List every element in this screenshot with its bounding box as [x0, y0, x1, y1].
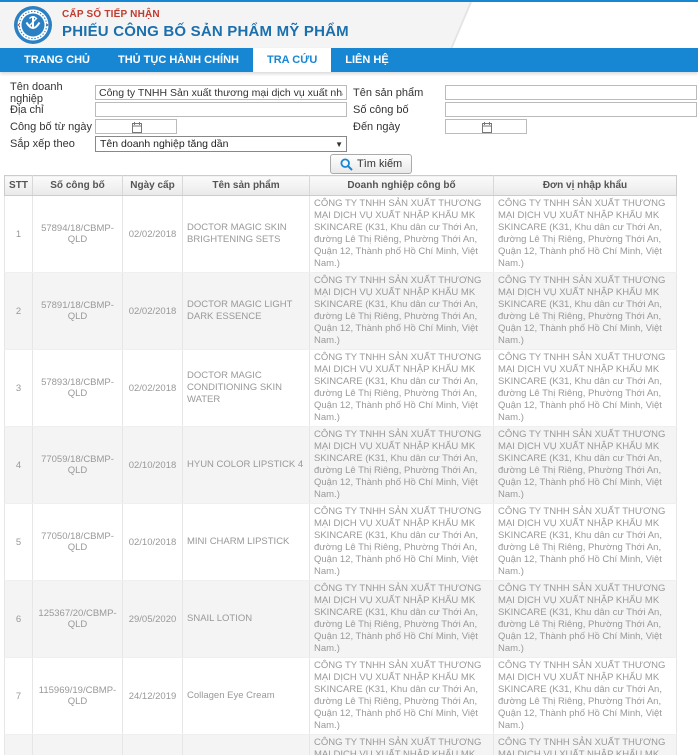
- cell-doanh-nghiep-cong-bo: CÔNG TY TNHH SẢN XUẤT THƯƠNG MẠI DỊCH VỤ…: [310, 735, 494, 755]
- cell-stt: 5: [5, 504, 33, 581]
- cell-stt: 2: [5, 273, 33, 350]
- main-nav: TRANG CHỦ THỦ TỤC HÀNH CHÍNH TRA CỨU LIÊ…: [0, 48, 698, 72]
- cell-stt: 4: [5, 427, 33, 504]
- product-name-label: Tên sản phẩm: [347, 87, 445, 99]
- table-header-row: STT Số công bố Ngày cấp Tên sản phẩm Doa…: [5, 176, 677, 196]
- cell-ten-san-pham: DOCTOR MAGIC CONDITIONING SKIN WATER: [183, 350, 310, 427]
- cell-don-vi-nhap-khau: CÔNG TY TNHH SẢN XUẤT THƯƠNG MẠI DỊCH VỤ…: [494, 658, 677, 735]
- table-row[interactable]: 6 125367/20/CBMP-QLD 29/05/2020 SNAIL LO…: [5, 581, 677, 658]
- cell-so-cong-bo: 125367/20/CBMP-QLD: [33, 581, 123, 658]
- cell-ngay-cap: 24/12/2019: [123, 735, 183, 755]
- cell-ten-san-pham: Collagen Eye Cream: [183, 658, 310, 735]
- page: CẤP SỐ TIẾP NHẬN PHIẾU CÔNG BỐ SẢN PHẨM …: [0, 0, 698, 755]
- cell-don-vi-nhap-khau: CÔNG TY TNHH SẢN XUẤT THƯƠNG MẠI DỊCH VỤ…: [494, 350, 677, 427]
- page-title: PHIẾU CÔNG BỐ SẢN PHẨM MỸ PHẨM: [62, 23, 349, 40]
- sort-by-label: Sắp xếp theo: [10, 138, 95, 150]
- header-diagonal-divider: [450, 2, 472, 48]
- table-row[interactable]: 2 57891/18/CBMP-QLD 02/02/2018 DOCTOR MA…: [5, 273, 677, 350]
- header-titles: CẤP SỐ TIẾP NHẬN PHIẾU CÔNG BỐ SẢN PHẨM …: [62, 9, 349, 40]
- cell-ten-san-pham: DOCTOR MAGIC LIGHT DARK ESSENCE: [183, 273, 310, 350]
- cell-ngay-cap: 02/02/2018: [123, 273, 183, 350]
- ministry-of-health-logo-icon: [13, 5, 53, 45]
- nav-item-thu-tuc-hanh-chinh[interactable]: THỦ TỤC HÀNH CHÍNH: [104, 48, 253, 72]
- header-don-vi-nhap-khau: Đơn vị nhập khẩu: [494, 176, 677, 196]
- header-doanh-nghiep-cong-bo: Doanh nghiệp công bố: [310, 176, 494, 196]
- cell-ngay-cap: 24/12/2019: [123, 658, 183, 735]
- header-ten-san-pham: Tên sản phẩm: [183, 176, 310, 196]
- cell-ngay-cap: 02/02/2018: [123, 196, 183, 273]
- calendar-icon: [132, 122, 142, 133]
- from-date-input[interactable]: [95, 119, 177, 134]
- sort-by-select[interactable]: Tên doanh nghiệp tăng dần ▼: [95, 136, 347, 152]
- cell-doanh-nghiep-cong-bo: CÔNG TY TNHH SẢN XUẤT THƯƠNG MẠI DỊCH VỤ…: [310, 658, 494, 735]
- table-row[interactable]: 5 77050/18/CBMP-QLD 02/10/2018 MINI CHAR…: [5, 504, 677, 581]
- search-button[interactable]: Tìm kiếm: [330, 154, 412, 174]
- declaration-number-label: Số công bố: [347, 104, 445, 116]
- cell-stt: 7: [5, 658, 33, 735]
- nav-item-trang-chu[interactable]: TRANG CHỦ: [10, 48, 104, 72]
- chevron-down-icon: ▼: [335, 138, 343, 152]
- cell-doanh-nghiep-cong-bo: CÔNG TY TNHH SẢN XUẤT THƯƠNG MẠI DỊCH VỤ…: [310, 504, 494, 581]
- address-label: Địa chỉ: [10, 104, 95, 116]
- search-form: Tên doanh nghiệp Tên sản phẩm Địa chỉ Số…: [0, 72, 698, 175]
- table-row[interactable]: 3 57893/18/CBMP-QLD 02/02/2018 DOCTOR MA…: [5, 350, 677, 427]
- cell-doanh-nghiep-cong-bo: CÔNG TY TNHH SẢN XUẤT THƯƠNG MẠI DỊCH VỤ…: [310, 273, 494, 350]
- header: CẤP SỐ TIẾP NHẬN PHIẾU CÔNG BỐ SẢN PHẨM …: [0, 2, 698, 48]
- to-date-label: Đến ngày: [347, 121, 445, 133]
- table-row[interactable]: 1 57894/18/CBMP-QLD 02/02/2018 DOCTOR MA…: [5, 196, 677, 273]
- table-row[interactable]: 4 77059/18/CBMP-QLD 02/10/2018 HYUN COLO…: [5, 427, 677, 504]
- cell-doanh-nghiep-cong-bo: CÔNG TY TNHH SẢN XUẤT THƯƠNG MẠI DỊCH VỤ…: [310, 427, 494, 504]
- sort-by-selected-value: Tên doanh nghiệp tăng dần: [100, 138, 228, 150]
- cell-don-vi-nhap-khau: CÔNG TY TNHH SẢN XUẤT THƯƠNG MẠI DỊCH VỤ…: [494, 273, 677, 350]
- table-row[interactable]: 7 115969/19/CBMP-QLD 24/12/2019 Collagen…: [5, 658, 677, 735]
- cell-ngay-cap: 02/02/2018: [123, 350, 183, 427]
- cell-ten-san-pham: DOCTOR MAGIC SKIN BRIGHTENING SETS: [183, 196, 310, 273]
- cell-ngay-cap: 02/10/2018: [123, 427, 183, 504]
- cell-doanh-nghiep-cong-bo: CÔNG TY TNHH SẢN XUẤT THƯƠNG MẠI DỊCH VỤ…: [310, 581, 494, 658]
- cell-don-vi-nhap-khau: CÔNG TY TNHH SẢN XUẤT THƯƠNG MẠI DỊCH VỤ…: [494, 735, 677, 755]
- to-date-input[interactable]: [445, 119, 527, 134]
- cell-so-cong-bo: 77059/18/CBMP-QLD: [33, 427, 123, 504]
- header-stt: STT: [5, 176, 33, 196]
- cell-so-cong-bo: 115987/19/CBMP-QLD: [33, 735, 123, 755]
- cell-doanh-nghiep-cong-bo: CÔNG TY TNHH SẢN XUẤT THƯƠNG MẠI DỊCH VỤ…: [310, 196, 494, 273]
- product-name-input[interactable]: [445, 85, 697, 100]
- from-date-label: Công bố từ ngày: [10, 121, 95, 133]
- cell-so-cong-bo: 57894/18/CBMP-QLD: [33, 196, 123, 273]
- nav-item-tra-cuu[interactable]: TRA CỨU: [253, 48, 331, 72]
- cell-stt: 3: [5, 350, 33, 427]
- cell-ngay-cap: 02/10/2018: [123, 504, 183, 581]
- search-icon: [340, 158, 353, 171]
- cell-don-vi-nhap-khau: CÔNG TY TNHH SẢN XUẤT THƯƠNG MẠI DỊCH VỤ…: [494, 581, 677, 658]
- search-button-label: Tìm kiếm: [357, 158, 402, 170]
- company-name-label: Tên doanh nghiệp: [10, 81, 95, 105]
- cell-ngay-cap: 29/05/2020: [123, 581, 183, 658]
- cell-so-cong-bo: 115969/19/CBMP-QLD: [33, 658, 123, 735]
- nav-item-lien-he[interactable]: LIÊN HỆ: [331, 48, 402, 72]
- address-input[interactable]: [95, 102, 347, 117]
- cell-stt: 8: [5, 735, 33, 755]
- cell-ten-san-pham: SNAIL LOTION: [183, 581, 310, 658]
- calendar-icon: [482, 122, 492, 133]
- cell-ten-san-pham: EYELASH NUTRIENT SOLUTION: [183, 735, 310, 755]
- cell-don-vi-nhap-khau: CÔNG TY TNHH SẢN XUẤT THƯƠNG MẠI DỊCH VỤ…: [494, 504, 677, 581]
- cell-ten-san-pham: MINI CHARM LIPSTICK: [183, 504, 310, 581]
- declaration-number-input[interactable]: [445, 102, 697, 117]
- cell-stt: 6: [5, 581, 33, 658]
- cell-don-vi-nhap-khau: CÔNG TY TNHH SẢN XUẤT THƯƠNG MẠI DỊCH VỤ…: [494, 427, 677, 504]
- cell-so-cong-bo: 57893/18/CBMP-QLD: [33, 350, 123, 427]
- header-ngay-cap: Ngày cấp: [123, 176, 183, 196]
- cell-stt: 1: [5, 196, 33, 273]
- header-so-cong-bo: Số công bố: [33, 176, 123, 196]
- results-table: STT Số công bố Ngày cấp Tên sản phẩm Doa…: [4, 175, 677, 755]
- cell-doanh-nghiep-cong-bo: CÔNG TY TNHH SẢN XUẤT THƯƠNG MẠI DỊCH VỤ…: [310, 350, 494, 427]
- header-pretitle: CẤP SỐ TIẾP NHẬN: [62, 9, 349, 20]
- cell-so-cong-bo: 77050/18/CBMP-QLD: [33, 504, 123, 581]
- cell-so-cong-bo: 57891/18/CBMP-QLD: [33, 273, 123, 350]
- company-name-input[interactable]: [95, 85, 347, 100]
- cell-don-vi-nhap-khau: CÔNG TY TNHH SẢN XUẤT THƯƠNG MẠI DỊCH VỤ…: [494, 196, 677, 273]
- cell-ten-san-pham: HYUN COLOR LIPSTICK 4: [183, 427, 310, 504]
- table-row[interactable]: 8 115987/19/CBMP-QLD 24/12/2019 EYELASH …: [5, 735, 677, 755]
